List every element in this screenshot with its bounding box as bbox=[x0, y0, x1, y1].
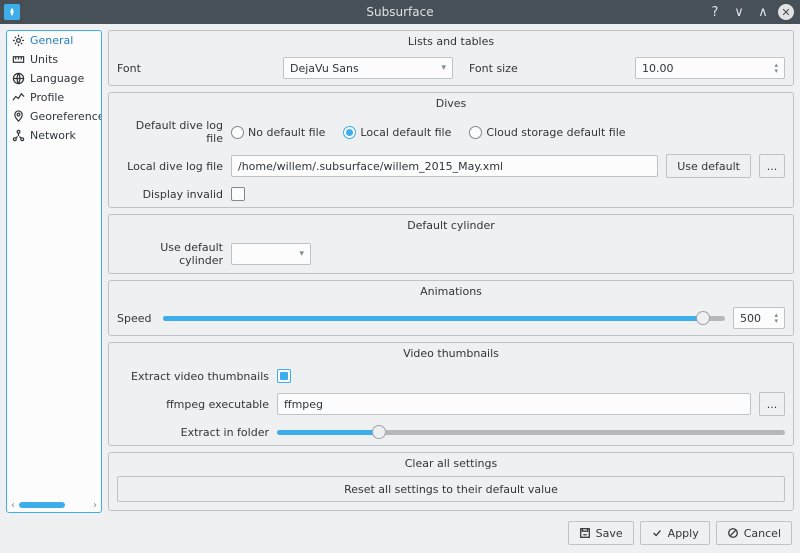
check-icon bbox=[651, 527, 663, 539]
group-title: Clear all settings bbox=[109, 453, 793, 476]
ffmpeg-browse-button[interactable]: ... bbox=[759, 392, 785, 416]
sidebar-item-network[interactable]: Network bbox=[7, 126, 101, 145]
group-video: Video thumbnails Extract video thumbnail… bbox=[108, 342, 794, 446]
font-select[interactable]: DejaVu Sans ▾ bbox=[283, 57, 453, 79]
save-icon bbox=[579, 527, 591, 539]
chevron-right-icon[interactable]: › bbox=[93, 500, 97, 511]
group-title: Video thumbnails bbox=[109, 343, 793, 366]
sidebar-item-georeference[interactable]: Georeference bbox=[7, 107, 101, 126]
sidebar-item-units[interactable]: Units bbox=[7, 50, 101, 69]
group-lists-tables: Lists and tables Font DejaVu Sans ▾ Font… bbox=[108, 30, 794, 86]
maximize-icon[interactable]: ∧ bbox=[754, 5, 772, 20]
sidebar-item-label: Georeference bbox=[30, 110, 101, 123]
group-title: Animations bbox=[109, 281, 793, 304]
speed-label: Speed bbox=[117, 312, 155, 325]
folder-slider[interactable] bbox=[277, 425, 785, 439]
ruler-icon bbox=[12, 53, 25, 66]
sidebar-item-language[interactable]: Language bbox=[7, 69, 101, 88]
font-label: Font bbox=[117, 62, 147, 75]
default-log-label: Default dive log file bbox=[117, 119, 223, 145]
globe-icon bbox=[12, 72, 25, 85]
folder-label: Extract in folder bbox=[117, 426, 269, 439]
sidebar-item-label: Network bbox=[30, 129, 76, 142]
chevron-left-icon[interactable]: ‹ bbox=[11, 500, 15, 511]
extract-checkbox[interactable] bbox=[277, 369, 291, 383]
cylinder-select[interactable]: ▾ bbox=[231, 243, 311, 265]
group-clear: Clear all settings Reset all settings to… bbox=[108, 452, 794, 511]
cancel-button[interactable]: Cancel bbox=[716, 521, 792, 545]
radio-cloud-default[interactable]: Cloud storage default file bbox=[469, 126, 625, 139]
cancel-icon bbox=[727, 527, 739, 539]
chevron-down-icon: ▾ bbox=[441, 63, 446, 73]
save-button[interactable]: Save bbox=[568, 521, 634, 545]
speed-slider[interactable] bbox=[163, 311, 725, 325]
sidebar-item-label: General bbox=[30, 34, 73, 47]
display-invalid-label: Display invalid bbox=[117, 188, 223, 201]
group-title: Lists and tables bbox=[109, 31, 793, 54]
radio-no-default[interactable]: No default file bbox=[231, 126, 325, 139]
font-size-value: 10.00 bbox=[642, 62, 674, 75]
close-icon[interactable]: ✕ bbox=[778, 4, 794, 20]
use-default-button[interactable]: Use default bbox=[666, 154, 751, 178]
radio-local-default[interactable]: Local default file bbox=[343, 126, 451, 139]
sidebar-item-general[interactable]: General bbox=[7, 31, 101, 50]
font-size-label: Font size bbox=[469, 62, 518, 75]
group-animations: Animations Speed 500 ▴▾ bbox=[108, 280, 794, 336]
group-title: Dives bbox=[109, 93, 793, 116]
group-dives: Dives Default dive log file No default f… bbox=[108, 92, 794, 208]
cylinder-label: Use default cylinder bbox=[117, 241, 223, 267]
reset-all-button[interactable]: Reset all settings to their default valu… bbox=[117, 476, 785, 502]
browse-button[interactable]: ... bbox=[759, 154, 785, 178]
local-log-input[interactable]: /home/willem/.subsurface/willem_2015_May… bbox=[231, 155, 658, 177]
pin-icon bbox=[12, 110, 25, 123]
extract-label: Extract video thumbnails bbox=[117, 370, 269, 383]
speed-spinner[interactable]: 500 ▴▾ bbox=[733, 307, 785, 329]
sidebar-scrollbar[interactable]: ‹ › bbox=[7, 498, 101, 512]
chevron-down-icon: ▾ bbox=[299, 249, 304, 259]
sidebar-item-label: Units bbox=[30, 53, 58, 66]
local-log-label: Local dive log file bbox=[117, 160, 223, 173]
sidebar-item-label: Profile bbox=[30, 91, 64, 104]
apply-button[interactable]: Apply bbox=[640, 521, 710, 545]
group-cylinder: Default cylinder Use default cylinder ▾ bbox=[108, 214, 794, 274]
network-icon bbox=[12, 129, 25, 142]
category-sidebar: General Units Language Profile Georefere… bbox=[6, 30, 102, 513]
ffmpeg-label: ffmpeg executable bbox=[117, 398, 269, 411]
font-value: DejaVu Sans bbox=[290, 62, 359, 75]
group-title: Default cylinder bbox=[109, 215, 793, 238]
font-size-spinner[interactable]: 10.00 ▴▾ bbox=[635, 57, 785, 79]
display-invalid-checkbox[interactable] bbox=[231, 187, 245, 201]
help-icon[interactable]: ? bbox=[706, 5, 724, 20]
sidebar-item-profile[interactable]: Profile bbox=[7, 88, 101, 107]
chart-icon bbox=[12, 91, 25, 104]
ffmpeg-input[interactable]: ffmpeg bbox=[277, 393, 751, 415]
gear-icon bbox=[12, 34, 25, 47]
sidebar-item-label: Language bbox=[30, 72, 84, 85]
window-title: Subsurface bbox=[0, 5, 800, 19]
minimize-icon[interactable]: ∨ bbox=[730, 5, 748, 20]
